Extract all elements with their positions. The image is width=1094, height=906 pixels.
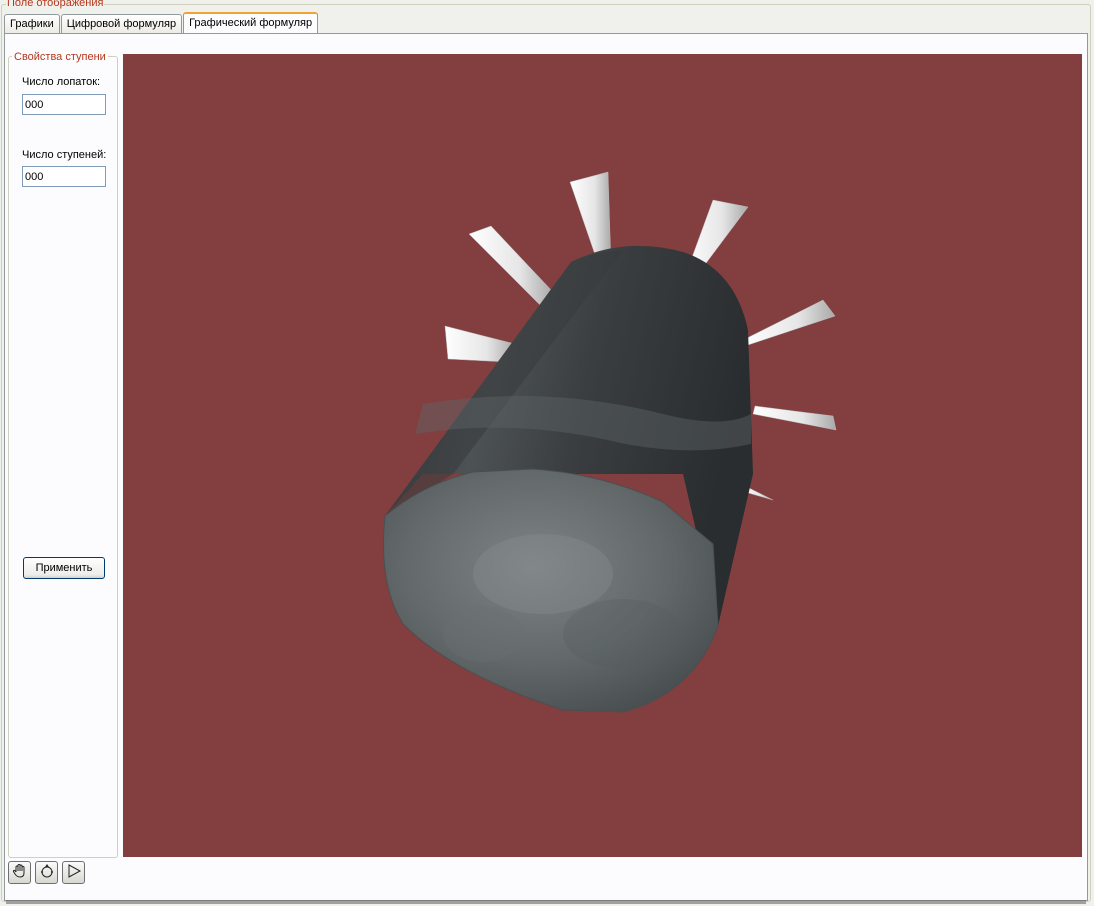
tab-graphic-form[interactable]: Графический формуляр	[183, 12, 319, 33]
rotor-model	[383, 171, 837, 713]
stage-count-input[interactable]	[22, 166, 106, 187]
display-field-title: Поле отображения	[6, 0, 105, 9]
play-icon	[66, 863, 82, 882]
apply-button[interactable]: Применить	[23, 557, 105, 579]
hand-pan-icon	[12, 863, 28, 882]
play-tool-button[interactable]	[62, 861, 85, 884]
pan-tool-button[interactable]	[8, 861, 31, 884]
stage-count-label: Число ступеней:	[22, 149, 107, 161]
rotate-tool-button[interactable]	[35, 861, 58, 884]
3d-viewport[interactable]	[123, 54, 1082, 857]
stage-properties-title: Свойства ступени	[12, 51, 108, 63]
blade-count-label: Число лопаток:	[22, 76, 101, 88]
blade-count-input[interactable]	[22, 94, 106, 115]
tab-strip: Графики Цифровой формуляр Графический фо…	[4, 12, 319, 33]
tab-graphs[interactable]: Графики	[4, 14, 60, 33]
display-field-group: Поле отображения Графики Цифровой формул…	[0, 0, 1094, 906]
bottom-divider	[6, 900, 1086, 904]
tab-digital-form[interactable]: Цифровой формуляр	[60, 14, 183, 33]
rotate-icon	[39, 863, 55, 882]
